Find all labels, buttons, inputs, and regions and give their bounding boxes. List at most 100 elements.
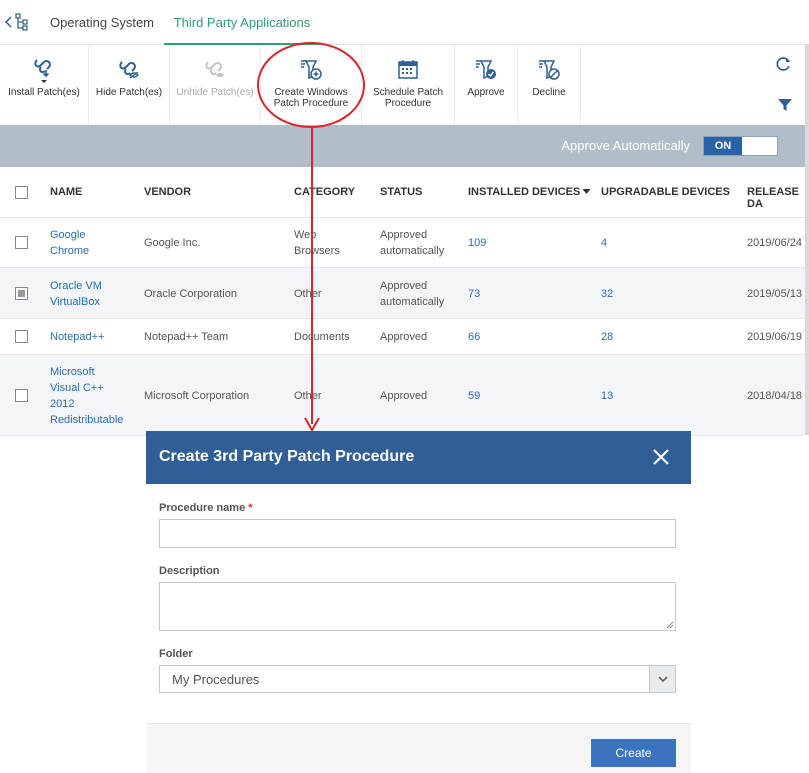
cell-release-date: 2018/04/18 xyxy=(747,389,803,402)
decline-icon xyxy=(536,55,562,83)
cell-release-date: 2019/06/24 xyxy=(747,237,803,249)
cell-upgradable-devices[interactable]: 4 xyxy=(601,235,661,251)
cell-name[interactable]: Oracle VM VirtualBox xyxy=(50,278,140,310)
cell-vendor: Google Inc. xyxy=(144,237,201,249)
cell-installed-devices[interactable]: 109 xyxy=(468,235,528,251)
refresh-icon[interactable] xyxy=(775,55,793,73)
toolbar-right-actions xyxy=(759,45,809,125)
install-patch-button[interactable]: Install Patch(es) xyxy=(0,45,89,125)
row-checkbox[interactable] xyxy=(15,236,28,249)
filter-icon[interactable] xyxy=(777,97,793,113)
cell-status: Approved automatically xyxy=(380,229,445,257)
table-row[interactable]: Oracle VM VirtualBox Oracle Corporation Oth… xyxy=(0,268,805,319)
column-upgradable-devices[interactable]: UPGRADABLE DEVICES xyxy=(601,186,730,198)
description-textarea[interactable] xyxy=(159,582,676,631)
column-installed-devices[interactable]: INSTALLED DEVICES xyxy=(468,186,591,198)
row-checkbox[interactable] xyxy=(15,330,28,343)
table-row[interactable]: Notepad++ Notepad++ Team Documents Approved… xyxy=(0,319,805,355)
row-checkbox[interactable] xyxy=(15,388,28,402)
chevron-left-icon xyxy=(5,16,12,28)
cell-category: Web Browsers xyxy=(294,229,340,257)
procedure-name-label-text: Procedure name xyxy=(159,502,246,514)
unhide-patch-label: Unhide Patch(es) xyxy=(176,87,254,98)
resize-grip-icon[interactable] xyxy=(666,621,674,629)
table-row[interactable]: Google Chrome Google Inc. Web Browsers Approv… xyxy=(0,218,805,268)
hide-patch-button[interactable]: Hide Patch(es) xyxy=(89,45,170,125)
cell-vendor: Oracle Corporation xyxy=(144,287,237,300)
folder-dropdown-toggle[interactable] xyxy=(649,666,675,692)
approve-icon xyxy=(473,55,499,83)
column-status[interactable]: STATUS xyxy=(380,186,422,198)
patch-table: NAME VENDOR CATEGORY STATUS INSTALLED DE… xyxy=(0,167,805,436)
decline-label: Decline xyxy=(532,87,566,98)
select-all-checkbox[interactable] xyxy=(15,186,28,199)
create-procedure-icon xyxy=(298,55,324,83)
description-label: Description xyxy=(159,565,220,577)
required-marker: * xyxy=(248,502,253,514)
cell-release-date: 2019/05/13 xyxy=(747,287,803,300)
cell-vendor: Microsoft Corporation xyxy=(144,389,250,402)
create-button[interactable]: Create xyxy=(591,739,676,767)
tab-third-party-applications[interactable]: Third Party Applications xyxy=(164,0,320,45)
schedule-patch-procedure-label: Schedule Patch Procedure xyxy=(372,87,444,109)
cell-status: Approved automatically xyxy=(380,279,445,308)
toolbar: Install Patch(es) Hide Patch(es) Unhide … xyxy=(0,45,809,125)
create-windows-patch-procedure-button[interactable]: Create Windows Patch Procedure xyxy=(261,45,362,125)
cell-release-date: 2019/06/19 xyxy=(747,331,803,343)
cell-status: Approved xyxy=(380,331,428,343)
tab-operating-system[interactable]: Operating System xyxy=(40,0,164,44)
row-checkbox[interactable] xyxy=(15,286,28,300)
sort-desc-icon xyxy=(582,189,591,194)
unhide-patch-icon xyxy=(202,55,228,83)
hide-patch-icon xyxy=(116,55,142,83)
tree-icon xyxy=(15,13,28,31)
calendar-icon xyxy=(395,55,421,83)
cell-installed-devices[interactable]: 66 xyxy=(468,329,528,345)
cell-category: Other xyxy=(294,389,322,402)
cell-status: Approved xyxy=(380,389,428,402)
approve-automatically-toggle[interactable]: ON xyxy=(703,136,778,156)
dialog-title: Create 3rd Party Patch Procedure xyxy=(159,448,415,465)
folder-select-value: My Procedures xyxy=(172,672,260,687)
decline-button[interactable]: Decline xyxy=(518,45,581,125)
install-patch-label: Install Patch(es) xyxy=(8,87,80,98)
cell-upgradable-devices[interactable]: 28 xyxy=(601,329,661,345)
hide-patch-label: Hide Patch(es) xyxy=(95,87,163,98)
column-vendor[interactable]: VENDOR xyxy=(144,186,191,198)
cell-upgradable-devices[interactable]: 13 xyxy=(601,388,661,404)
cell-category: Other xyxy=(294,287,322,300)
column-installed-devices-label: INSTALLED DEVICES xyxy=(468,186,581,198)
column-category[interactable]: CATEGORY xyxy=(294,186,355,198)
column-name[interactable]: NAME xyxy=(50,186,82,198)
scrollbar[interactable] xyxy=(805,45,809,435)
column-release-date[interactable]: RELEASE DA xyxy=(747,186,805,210)
procedure-name-label: Procedure name * xyxy=(159,502,252,514)
back-button[interactable] xyxy=(0,10,34,34)
folder-label: Folder xyxy=(159,648,193,660)
cell-name[interactable]: Google Chrome xyxy=(50,227,140,259)
unhide-patch-button[interactable]: Unhide Patch(es) xyxy=(170,45,261,125)
cell-installed-devices[interactable]: 73 xyxy=(468,286,528,302)
approve-label: Approve xyxy=(467,87,505,98)
approve-button[interactable]: Approve xyxy=(455,45,518,125)
folder-select[interactable]: My Procedures xyxy=(159,665,676,693)
toggle-on-label: ON xyxy=(704,137,742,155)
procedure-name-input[interactable] xyxy=(159,519,676,548)
create-procedure-dialog: Create 3rd Party Patch Procedure Procedu… xyxy=(146,431,691,773)
close-icon[interactable] xyxy=(651,447,671,467)
dialog-footer: Create xyxy=(146,723,691,773)
cell-name[interactable]: Notepad++ xyxy=(50,329,140,345)
cell-category: Documents xyxy=(294,331,350,343)
cell-upgradable-devices[interactable]: 32 xyxy=(601,286,661,302)
schedule-patch-procedure-button[interactable]: Schedule Patch Procedure xyxy=(362,45,455,125)
chevron-down-icon xyxy=(657,676,668,682)
install-patch-icon xyxy=(31,55,57,83)
table-header: NAME VENDOR CATEGORY STATUS INSTALLED DE… xyxy=(0,167,805,218)
tab-bar: Operating System Third Party Application… xyxy=(0,0,809,45)
approve-automatically-label: Approve Automatically xyxy=(561,138,690,153)
dialog-header: Create 3rd Party Patch Procedure xyxy=(146,431,691,484)
table-row[interactable]: Microsoft Visual C++ 2012 Redistributable Mi… xyxy=(0,355,805,436)
approve-automatically-bar: Approve Automatically xyxy=(0,125,809,167)
cell-name[interactable]: Microsoft Visual C++ 2012 Redistributable xyxy=(50,364,140,428)
cell-installed-devices[interactable]: 59 xyxy=(468,388,528,404)
